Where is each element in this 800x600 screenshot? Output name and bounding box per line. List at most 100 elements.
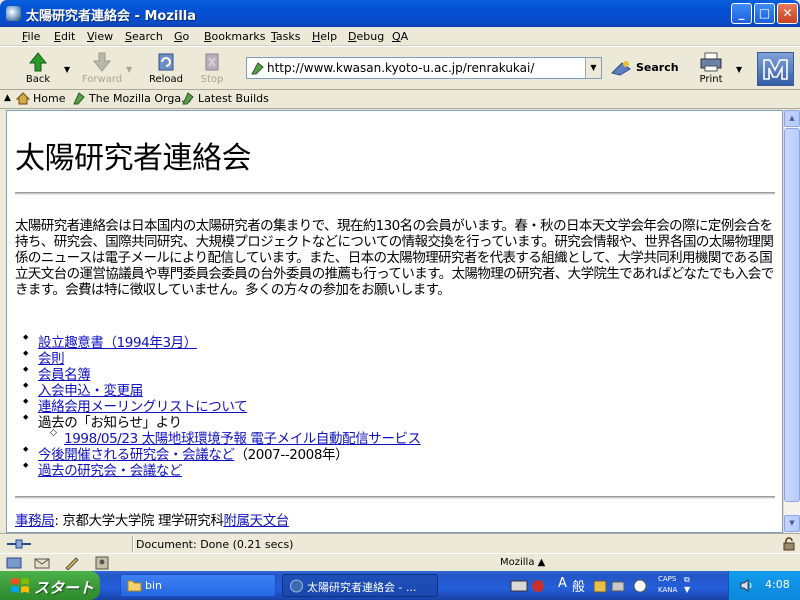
mail-component-icon[interactable]	[34, 556, 50, 570]
menu-edit[interactable]: Edit	[54, 30, 75, 43]
menu-debug[interactable]: Debug	[348, 30, 384, 43]
menu-bookmarks[interactable]: Bookmarks	[204, 30, 265, 43]
page-title: 太陽研究者連絡会	[15, 141, 252, 176]
page-proxy-icon[interactable]	[250, 61, 265, 76]
mozilla-org-label: The Mozilla Orga...	[89, 92, 192, 105]
component-bar-label[interactable]: Mozilla ▲	[500, 557, 545, 568]
online-status-icon[interactable]	[6, 537, 32, 551]
taskbar-item-label: bin	[145, 579, 163, 592]
search-label: Search	[636, 61, 679, 74]
back-history-dropdown-icon[interactable]: ▼	[64, 65, 72, 74]
forward-history-dropdown-icon[interactable]: ▼	[126, 65, 134, 74]
stop-label: Stop	[200, 74, 224, 85]
list-item: 会員名簿	[23, 363, 421, 383]
system-tray: 4:08	[728, 571, 800, 600]
component-bar: Mozilla ▲	[0, 553, 800, 571]
ime-pad-icon[interactable]	[530, 578, 546, 594]
search-icon	[611, 61, 631, 76]
reload-button[interactable]: Reload	[144, 49, 188, 89]
personal-toolbar-grip-icon[interactable]: ▲	[4, 93, 12, 103]
security-lock-icon[interactable]	[782, 537, 796, 551]
scrollbar-thumb[interactable]	[784, 128, 800, 502]
stop-button[interactable]: Stop	[190, 49, 234, 89]
menu-file[interactable]: File	[22, 30, 40, 43]
url-dropdown-icon[interactable]: ▼	[585, 58, 601, 78]
window-title: 太陽研究者連絡会 - Mozilla	[26, 9, 197, 24]
window-titlebar[interactable]: 太陽研究者連絡会 - Mozilla _ □ ✕	[0, 0, 800, 27]
ime-restore-icon[interactable]: ⧉	[684, 575, 690, 585]
home-icon	[16, 92, 30, 105]
mozilla-app-icon	[290, 579, 303, 593]
url-field[interactable]: http://www.kwasan.kyoto-u.ac.jp/renrakuk…	[246, 57, 602, 79]
reload-icon	[158, 53, 174, 71]
ime-options-icon[interactable]: ▼	[684, 585, 690, 594]
ime-tools-icon[interactable]	[610, 578, 626, 594]
caps-indicator: CAPS	[658, 575, 677, 583]
list-item: 会則	[23, 347, 421, 367]
mozilla-window-icon[interactable]	[6, 6, 21, 21]
back-label: Back	[25, 74, 51, 85]
ime-help-icon[interactable]	[632, 578, 648, 594]
secretariat-link[interactable]: 事務局	[15, 513, 55, 529]
minimize-button[interactable]: _	[731, 3, 752, 24]
taskbar-item-bin[interactable]: bin	[120, 574, 276, 597]
menu-view[interactable]: View	[87, 30, 113, 43]
taskbar-item-mozilla[interactable]: 太陽研究者連絡会 - ...	[282, 574, 438, 597]
search-button[interactable]: Search	[606, 55, 682, 81]
close-button[interactable]: ✕	[777, 3, 798, 24]
latest-builds-bookmark[interactable]: Latest Builds	[181, 92, 269, 105]
bookmark-icon	[73, 92, 85, 105]
print-dropdown-icon[interactable]: ▼	[736, 65, 744, 74]
home-bookmark[interactable]: Home	[16, 92, 65, 105]
horizontal-rule	[15, 496, 775, 499]
mozilla-m-logo-icon	[763, 59, 788, 80]
menu-go[interactable]: Go	[174, 30, 189, 43]
composer-component-icon[interactable]	[64, 556, 80, 570]
stop-icon	[205, 53, 219, 71]
footer: 事務局: 京都大学大学院 理学研究科附属天文台	[15, 509, 289, 529]
menu-help[interactable]: Help	[312, 30, 337, 43]
past-meetings-link[interactable]: 過去の研究会・会議など	[38, 463, 183, 479]
print-button[interactable]: Print	[694, 49, 728, 89]
sub-list-item: 1998/05/23 太陽地球環境予報 電子メイル自動配信サービス	[50, 427, 421, 447]
link-list: 設立趣意書（1994年3月） 会則 会員名簿 入会申込・変更届 連絡会用メーリン…	[23, 331, 421, 479]
forward-arrow-icon	[92, 52, 112, 72]
scroll-up-icon[interactable]: ▲	[784, 110, 800, 127]
observatory-link[interactable]: 附属天文台	[223, 513, 289, 529]
back-button[interactable]: Back	[16, 49, 60, 89]
start-button[interactable]: スタート	[0, 571, 100, 600]
menu-search[interactable]: Search	[125, 30, 163, 43]
folder-icon	[127, 580, 142, 592]
vertical-scrollbar[interactable]: ▲ ▼	[783, 110, 800, 533]
address-book-component-icon[interactable]	[94, 556, 110, 570]
list-item: 過去の研究会・会議など	[23, 459, 421, 479]
status-bar: Document: Done (0.21 secs)	[0, 533, 800, 553]
list-item: 入会申込・変更届	[23, 379, 421, 399]
menu-tasks[interactable]: Tasks	[271, 30, 300, 43]
personal-toolbar: ▲ Home The Mozilla Orga... Latest Builds	[0, 90, 800, 109]
navigation-toolbar: Back ▼ Forward ▼ Reload Stop http://www.…	[0, 46, 800, 90]
ime-conversion-mode[interactable]: 般	[572, 576, 585, 595]
status-separator	[132, 536, 134, 552]
navigator-component-icon[interactable]	[6, 556, 22, 570]
volume-icon[interactable]	[739, 578, 755, 593]
list-item: 連絡会用メーリングリストについて	[23, 395, 421, 415]
keyboard-icon[interactable]	[510, 579, 528, 593]
mozilla-logo-button[interactable]	[757, 52, 794, 86]
clock[interactable]: 4:08	[765, 578, 790, 591]
maximize-button[interactable]: □	[754, 3, 775, 24]
print-label: Print	[699, 74, 723, 85]
windows-logo-icon	[11, 578, 29, 593]
footer-affiliation: : 京都大学大学院 理学研究科	[54, 513, 224, 529]
status-text: Document: Done (0.21 secs)	[136, 538, 294, 551]
page-content[interactable]: 太陽研究者連絡会 太陽研究者連絡会は日本国内の太陽研究者の集まりで、現在約130…	[6, 110, 783, 533]
taskbar-item-label: 太陽研究者連絡会 - ...	[307, 581, 417, 594]
ime-input-mode[interactable]: A	[558, 576, 567, 591]
list-item: 過去の「お知らせ」より	[23, 411, 421, 431]
ime-dictionary-icon[interactable]	[592, 578, 608, 594]
menu-qa[interactable]: QA	[392, 30, 408, 43]
mozilla-org-bookmark[interactable]: The Mozilla Orga...	[72, 92, 192, 105]
scroll-down-icon[interactable]: ▼	[784, 515, 800, 532]
horizontal-rule	[15, 192, 775, 195]
forward-button[interactable]: Forward	[80, 49, 124, 89]
